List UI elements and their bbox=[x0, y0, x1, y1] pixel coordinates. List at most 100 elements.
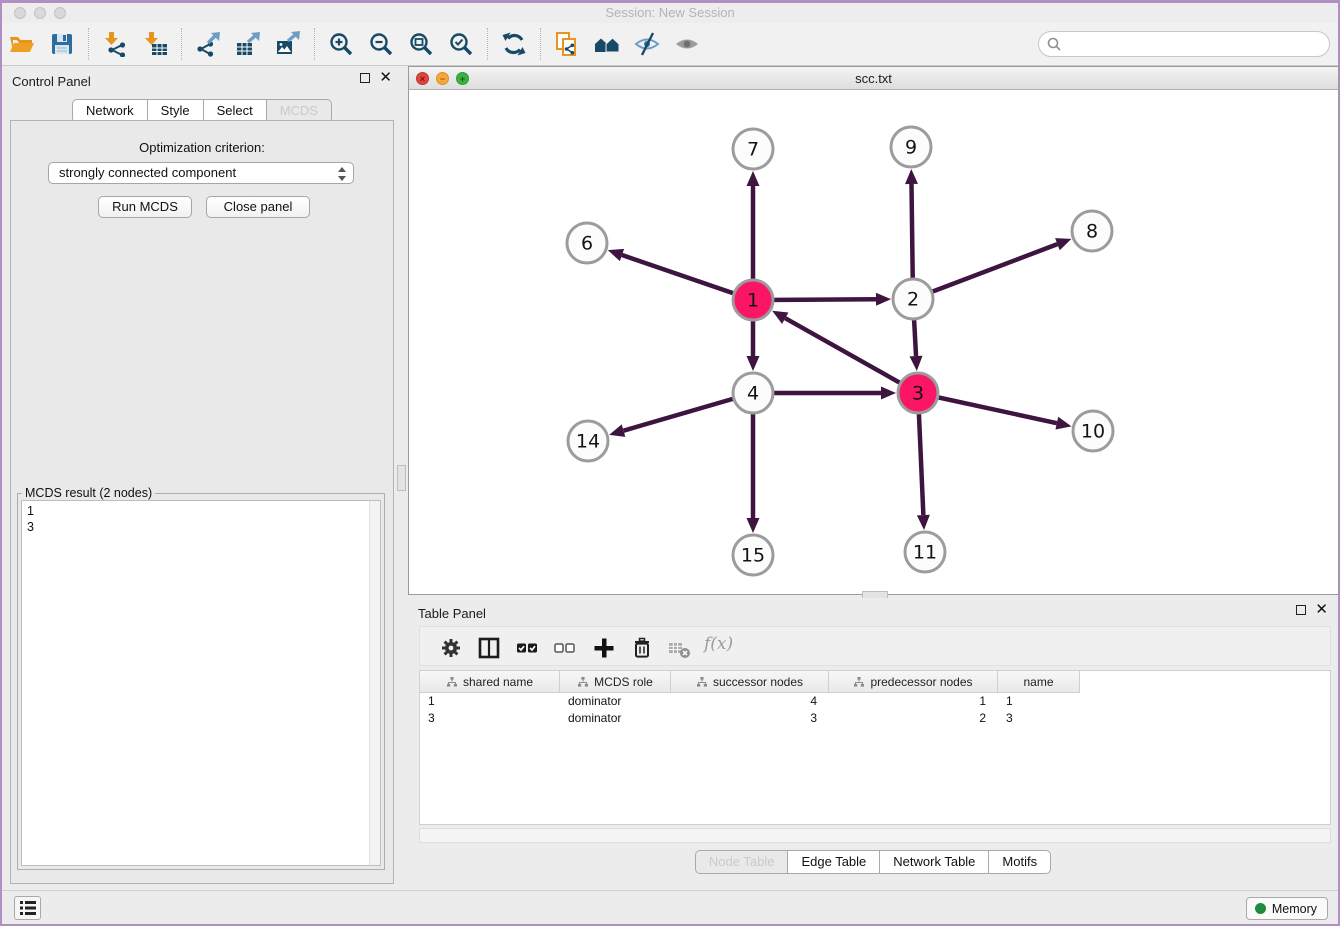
graph-edge-3-1[interactable] bbox=[785, 318, 918, 393]
table-header-row: shared name MCDS role successor nodes prede… bbox=[420, 671, 1330, 693]
create-column-icon[interactable] bbox=[591, 635, 617, 661]
mcds-result-title: MCDS result (2 nodes) bbox=[22, 486, 155, 500]
column-header-predecessor-nodes[interactable]: predecessor nodes bbox=[829, 671, 998, 693]
column-header-shared-name[interactable]: shared name bbox=[420, 671, 560, 693]
table-cell[interactable]: dominator bbox=[560, 693, 671, 710]
graph-edge-arrowhead bbox=[1055, 417, 1071, 430]
column-header-successor-nodes[interactable]: successor nodes bbox=[671, 671, 829, 693]
mcds-result-line: 1 bbox=[27, 503, 375, 519]
column-header-label: successor nodes bbox=[713, 675, 803, 689]
import-network-icon[interactable] bbox=[100, 30, 130, 58]
table-cell[interactable]: 4 bbox=[671, 693, 829, 710]
mcds-result-scrollbar[interactable] bbox=[369, 501, 380, 865]
column-header-name[interactable]: name bbox=[998, 671, 1080, 693]
node-table: shared name MCDS role successor nodes prede… bbox=[419, 670, 1331, 825]
memory-status-icon bbox=[1255, 903, 1266, 914]
network-window-titlebar[interactable]: × − + scc.txt bbox=[409, 67, 1338, 90]
table-toolbar: f(x) bbox=[419, 626, 1331, 666]
network-graph[interactable]: 7968124314101511 bbox=[409, 91, 1338, 594]
table-horizontal-scrollbar[interactable] bbox=[419, 828, 1331, 843]
task-history-button[interactable] bbox=[14, 896, 41, 920]
table-cell[interactable]: 1 bbox=[829, 693, 998, 710]
table-cell[interactable]: dominator bbox=[560, 710, 671, 727]
graph-node-label: 11 bbox=[913, 542, 937, 564]
optimization-criterion-select[interactable]: strongly connected component bbox=[48, 162, 354, 184]
graph-edge-2-8[interactable] bbox=[913, 244, 1057, 299]
tab-motifs[interactable]: Motifs bbox=[989, 850, 1051, 874]
window-title: Session: New Session bbox=[2, 5, 1338, 20]
select-all-columns-icon[interactable] bbox=[514, 635, 540, 661]
mcds-result-text[interactable]: 13 bbox=[21, 500, 381, 866]
zoom-fit-icon[interactable] bbox=[406, 30, 436, 58]
graph-edge-arrowhead bbox=[910, 356, 923, 371]
tab-network-table[interactable]: Network Table bbox=[880, 850, 989, 874]
zoom-in-icon[interactable] bbox=[326, 30, 356, 58]
window-titlebar: Session: New Session bbox=[2, 3, 1338, 23]
table-cell[interactable]: 3 bbox=[998, 710, 1080, 727]
optimization-criterion-label: Optimization criterion: bbox=[11, 140, 393, 155]
panel-splitter-handle[interactable] bbox=[397, 465, 406, 491]
network-view-window: × − + scc.txt 7968124314101511 bbox=[408, 66, 1339, 595]
show-columns-icon[interactable] bbox=[476, 635, 502, 661]
graph-edge-arrowhead bbox=[1055, 238, 1071, 250]
search-input[interactable] bbox=[1038, 31, 1330, 57]
show-all-icon[interactable] bbox=[672, 30, 702, 58]
import-table-icon[interactable] bbox=[140, 30, 170, 58]
graph-node-label: 10 bbox=[1081, 421, 1105, 443]
column-header-label: predecessor nodes bbox=[870, 675, 972, 689]
column-type-icon bbox=[577, 676, 589, 688]
clone-network-icon[interactable] bbox=[552, 30, 582, 58]
graph-node-label: 7 bbox=[747, 139, 759, 161]
delete-table-icon bbox=[666, 635, 692, 661]
export-image-icon[interactable] bbox=[273, 30, 303, 58]
hide-selected-icon[interactable] bbox=[632, 30, 662, 58]
column-header-label: shared name bbox=[463, 675, 533, 689]
delete-column-icon[interactable] bbox=[629, 635, 655, 661]
zoom-selected-icon[interactable] bbox=[446, 30, 476, 58]
graph-node-label: 14 bbox=[576, 431, 600, 453]
table-cell[interactable]: 3 bbox=[671, 710, 829, 727]
run-mcds-button[interactable]: Run MCDS bbox=[98, 196, 192, 218]
column-header-label: MCDS role bbox=[594, 675, 653, 689]
main-toolbar bbox=[2, 23, 1338, 66]
column-header-label: name bbox=[1023, 675, 1053, 689]
network-canvas[interactable]: 7968124314101511 bbox=[409, 91, 1338, 594]
float-panel-icon[interactable] bbox=[360, 73, 370, 83]
table-row[interactable]: 1dominator411 bbox=[420, 693, 1330, 710]
apply-layout-icon[interactable] bbox=[499, 30, 529, 58]
first-neighbors-icon[interactable] bbox=[592, 30, 622, 58]
table-settings-icon[interactable] bbox=[438, 635, 464, 661]
save-session-icon[interactable] bbox=[47, 30, 77, 58]
table-panel-title: Table Panel bbox=[418, 606, 486, 621]
export-table-icon[interactable] bbox=[233, 30, 263, 58]
graph-edge-arrowhead bbox=[747, 171, 760, 186]
close-panel-button[interactable]: Close panel bbox=[206, 196, 310, 218]
column-header-MCDS-role[interactable]: MCDS role bbox=[560, 671, 671, 693]
close-panel-icon[interactable]: ✕ bbox=[1315, 605, 1328, 615]
graph-edge-arrowhead bbox=[917, 515, 930, 530]
export-network-icon[interactable] bbox=[193, 30, 223, 58]
tab-edge-table[interactable]: Edge Table bbox=[788, 850, 880, 874]
tab-node-table[interactable]: Node Table bbox=[695, 850, 789, 874]
graph-node-label: 9 bbox=[905, 137, 917, 159]
float-panel-icon[interactable] bbox=[1296, 605, 1306, 615]
table-row[interactable]: 3dominator323 bbox=[420, 710, 1330, 727]
unselect-all-columns-icon[interactable] bbox=[551, 635, 577, 661]
close-panel-icon[interactable]: ✕ bbox=[379, 73, 392, 83]
column-type-icon bbox=[446, 676, 458, 688]
open-session-icon[interactable] bbox=[7, 30, 37, 58]
select-arrows-icon bbox=[337, 166, 347, 188]
list-icon bbox=[19, 900, 37, 916]
table-cell[interactable]: 3 bbox=[420, 710, 560, 727]
graph-edge-arrowhead bbox=[905, 169, 918, 184]
mcds-result-line: 3 bbox=[27, 519, 375, 535]
graph-node-label: 3 bbox=[912, 383, 924, 405]
table-cell[interactable]: 1 bbox=[420, 693, 560, 710]
memory-button[interactable]: Memory bbox=[1246, 897, 1328, 920]
graph-node-label: 15 bbox=[741, 545, 765, 567]
toolbar-separator bbox=[181, 28, 182, 60]
table-cell[interactable]: 2 bbox=[829, 710, 998, 727]
search-box bbox=[1038, 31, 1330, 57]
zoom-out-icon[interactable] bbox=[366, 30, 396, 58]
table-cell[interactable]: 1 bbox=[998, 693, 1080, 710]
